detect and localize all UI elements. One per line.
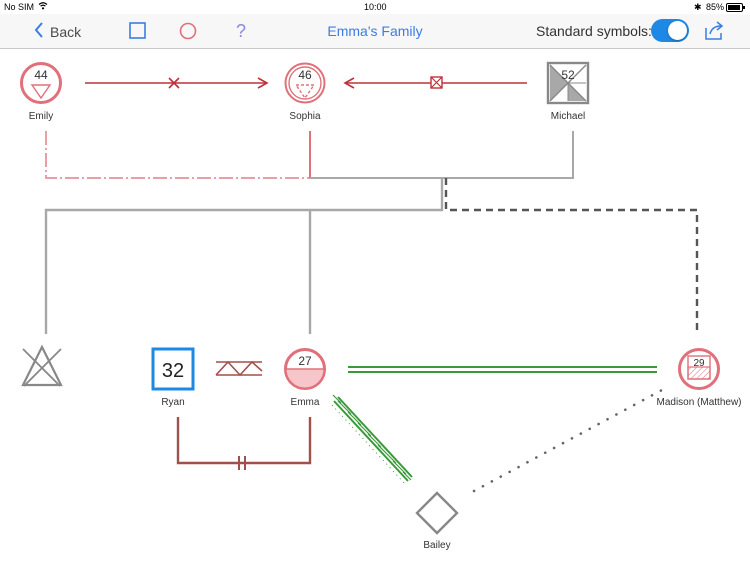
emma-name: Emma [290,397,320,408]
michael-name: Michael [550,111,586,122]
bailey-symbol[interactable] [414,490,460,536]
michael-symbol[interactable]: 52 [546,61,590,105]
ryan-age: 32 [162,360,184,382]
back-label: Back [50,23,82,40]
sophia-symbol[interactable]: 46 [283,61,327,105]
standard-symbols-toggle[interactable] [651,19,689,42]
emily-symbol[interactable]: 44 [19,61,63,105]
unknown-child-symbol[interactable] [20,343,64,391]
toggle-knob [668,21,687,40]
ryan-emma-union[interactable] [176,417,312,470]
madison-age: 29 [693,358,705,369]
question-icon: ? [235,21,246,41]
clock: 10:00 [364,2,387,12]
standard-symbols-label: Standard symbols: [536,23,652,39]
emily-age: 44 [34,68,48,82]
sophia-michael-union[interactable] [310,131,574,179]
emma-symbol[interactable]: 27 [283,347,327,391]
emma-madison-relation[interactable] [348,366,657,373]
ryan-name: Ryan [161,397,185,408]
children-line[interactable] [44,178,444,334]
back-button[interactable]: Back [34,22,81,41]
battery-label: 85% [706,2,725,12]
emily-name: Emily [28,111,54,122]
emily-sophia-union[interactable] [45,131,311,179]
michael-sophia-relation[interactable] [343,76,527,89]
battery-icon [726,3,746,14]
emily-sophia-relation[interactable] [85,77,269,89]
carrier-label: No SIM [4,2,35,12]
page-title: Emma's Family [327,23,423,39]
ryan-emma-relation[interactable] [215,360,263,377]
emma-age: 27 [298,354,312,368]
bailey-madison-relation[interactable] [472,388,664,493]
madison-name: Madison (Matthew) [656,397,742,408]
michael-age: 52 [561,68,575,82]
genogram-canvas[interactable]: 44 Emily 46 Sophia 52 Michael 32 Ryan 27… [0,49,750,563]
status-bar: No SIM 10:00 ✱ 85% [0,0,750,14]
nav-bar: Back ? Emma's Family Standard symbols: [0,14,750,49]
wifi-icon [38,1,48,12]
add-male-button[interactable] [127,21,149,41]
share-button[interactable] [702,20,726,42]
bluetooth-icon: ✱ [694,2,702,12]
madison-child-line[interactable] [444,178,699,334]
ryan-symbol[interactable]: 32 [151,347,195,391]
genogram-lines [44,76,699,493]
sophia-age: 46 [298,68,312,82]
bailey-name: Bailey [423,540,451,551]
help-button[interactable]: ? [230,21,252,41]
chevron-left-icon [34,22,44,41]
add-female-button[interactable] [177,21,199,41]
emma-bailey-relation[interactable] [331,394,413,486]
share-icon [705,21,724,40]
madison-symbol[interactable]: 29 [677,347,721,391]
sophia-name: Sophia [289,111,321,122]
